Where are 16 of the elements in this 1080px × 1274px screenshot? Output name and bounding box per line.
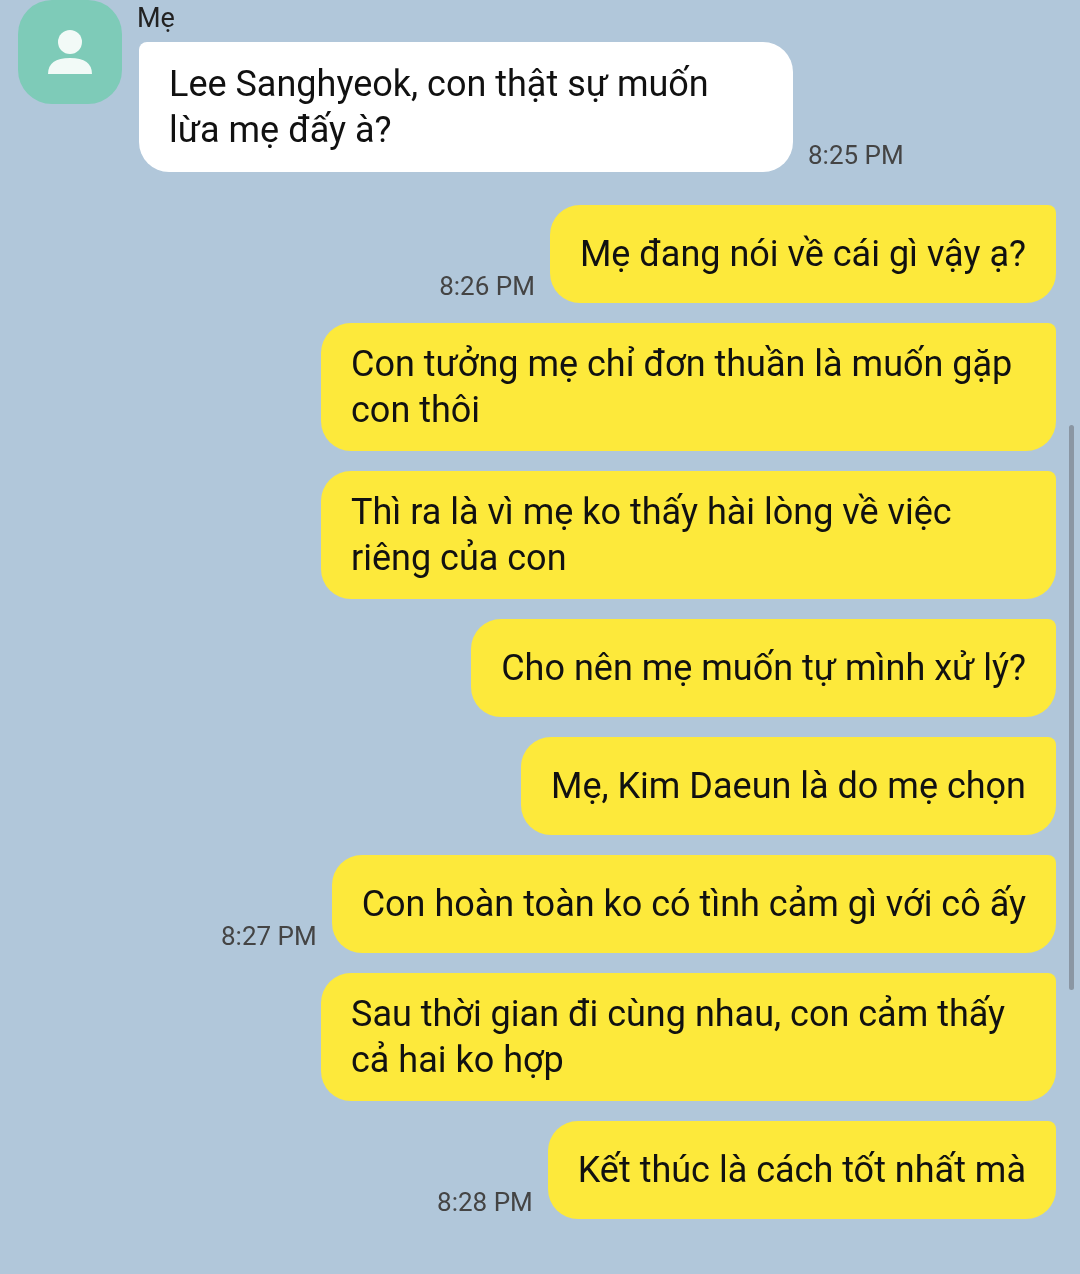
message-time: 8:26 PM bbox=[439, 271, 535, 301]
message-bubble: Mẹ đang nói về cái gì vậy ạ? bbox=[549, 205, 1056, 303]
message-bubble: Sau thời gian đi cùng nhau, con cảm thấy cả hai ko hợp bbox=[321, 973, 1056, 1101]
message-bubble: Kết thúc là cách tốt nhất mà bbox=[547, 1121, 1056, 1219]
message-bubble: Cho nên mẹ muốn tự mình xử lý? bbox=[471, 619, 1056, 717]
message-bubble: Mẹ, Kim Daeun là do mẹ chọn bbox=[520, 737, 1056, 835]
message-bubble: Lee Sanghyeok, con thật sự muốn lừa mẹ đấy à? bbox=[139, 42, 793, 172]
message-bubble: Con hoàn toàn ko có tình cảm gì với cô ấy bbox=[331, 855, 1056, 953]
contact-name: Mẹ bbox=[137, 2, 176, 36]
message-bubble: Thì ra là vì mẹ ko thấy hài lòng về việc riêng của con bbox=[321, 471, 1056, 599]
message-bubble: Con tưởng mẹ chỉ đơn thuần là muốn gặp con thôi bbox=[321, 323, 1056, 451]
scrollbar[interactable] bbox=[1069, 425, 1074, 990]
message-time: 8:27 PM bbox=[220, 921, 317, 951]
message-time: 8:25 PM bbox=[808, 140, 904, 170]
avatar-icon[interactable] bbox=[18, 0, 122, 104]
message-time: 8:28 PM bbox=[437, 1187, 533, 1217]
